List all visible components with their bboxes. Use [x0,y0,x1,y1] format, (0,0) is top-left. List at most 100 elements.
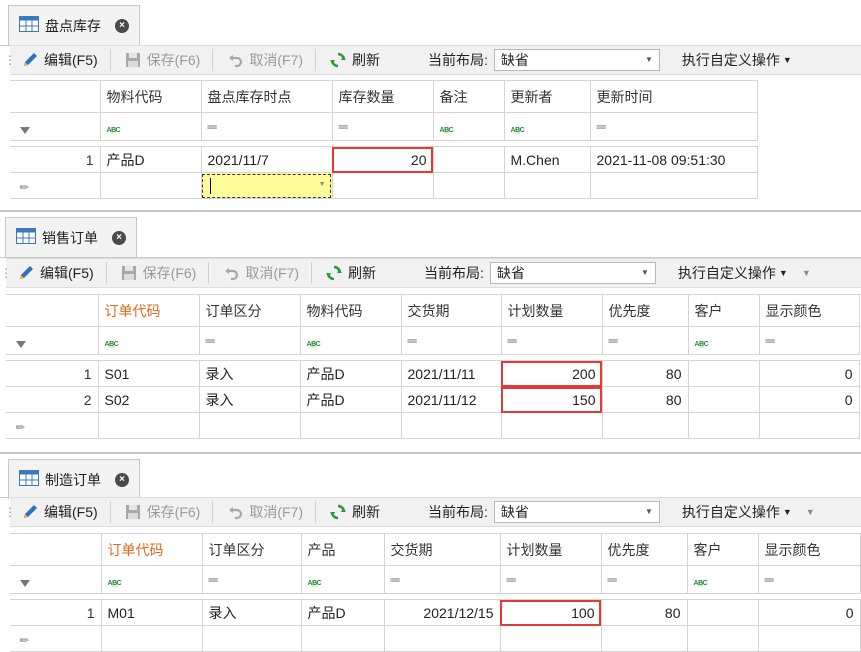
filter-equals-icon[interactable]: ═ [589,112,758,141]
column-header[interactable]: 更新者 [503,80,591,113]
cell[interactable]: 80 [601,386,689,413]
edit-button[interactable]: 编辑(F5) [10,258,100,288]
new-row[interactable]: ✎ [6,412,860,439]
cell[interactable]: 2021-11-08 09:51:30 [589,146,758,173]
cell[interactable]: M01 [100,599,203,626]
column-header[interactable]: 优先度 [600,533,688,566]
filter-equals-icon[interactable]: ═ [198,326,301,355]
column-header[interactable]: 库存数量 [331,80,434,113]
filter-text-icon[interactable]: ABC [687,326,760,355]
filter-equals-icon[interactable]: ═ [331,112,434,141]
refresh-button[interactable]: 刷新 [322,497,386,527]
filter-equals-icon[interactable]: ═ [383,565,501,594]
cell[interactable] [589,172,758,199]
new-row[interactable]: ✎ ▼ [10,172,758,199]
filter-text-icon[interactable]: ABC [686,565,759,594]
custom-ops-menu[interactable]: 执行自定义操作 ▼ [678,263,788,283]
cell[interactable] [758,412,860,439]
new-row[interactable]: ✎ [10,625,861,652]
layout-select[interactable]: 缺省 ▼ [489,262,656,284]
cell[interactable]: S01 [97,360,200,387]
column-header[interactable]: 订单区分 [198,294,301,327]
column-header[interactable]: 物料代码 [99,80,202,113]
filter-equals-icon[interactable]: ═ [758,326,860,355]
column-header[interactable]: 盘点库存时点 [200,80,333,113]
filter-equals-icon[interactable]: ═ [201,565,302,594]
column-header[interactable]: 更新时间 [589,80,758,113]
cell[interactable]: 录入 [198,360,301,387]
cell[interactable] [432,146,505,173]
column-header[interactable]: 订单代码 [100,533,203,566]
column-header[interactable]: 计划数量 [499,533,602,566]
filter-text-icon[interactable]: ABC [97,326,200,355]
table-row[interactable]: 1 S01 录入 产品D 2021/11/11 200 80 0 [6,360,860,387]
close-icon[interactable]: × [115,472,129,487]
close-icon[interactable]: × [112,230,126,245]
refresh-button[interactable]: 刷新 [322,45,386,75]
filter-text-icon[interactable]: ABC [300,565,385,594]
column-header[interactable]: 客户 [687,294,760,327]
cell[interactable] [601,412,689,439]
cell-highlighted[interactable]: 20 [331,146,434,173]
cell[interactable] [300,625,385,652]
cell[interactable] [757,625,861,652]
cell[interactable] [201,625,302,652]
cell[interactable] [100,625,203,652]
cell[interactable]: 2021/11/12 [400,386,502,413]
filter-icon[interactable] [10,112,101,141]
table-row[interactable]: 1 产品D 2021/11/7 20 M.Chen 2021-11-08 09:… [10,146,758,173]
cell[interactable] [687,360,760,387]
cell[interactable]: 0 [758,360,860,387]
save-button[interactable]: 保存(F6) [117,45,207,75]
grip-handle[interactable]: ⋮ [4,505,16,519]
column-header[interactable]: 显示颜色 [758,294,860,327]
column-header[interactable]: 产品 [300,533,385,566]
cell[interactable]: 录入 [198,386,301,413]
cell[interactable]: 0 [757,599,861,626]
column-header[interactable]: 交货期 [400,294,502,327]
column-header[interactable]: 备注 [432,80,505,113]
cancel-button[interactable]: 取消(F7) [215,258,305,288]
cell[interactable] [99,172,202,199]
cell[interactable]: S02 [97,386,200,413]
column-header[interactable]: 物料代码 [299,294,402,327]
filter-equals-icon[interactable]: ═ [400,326,502,355]
cell[interactable] [686,625,759,652]
column-header[interactable]: 显示颜色 [757,533,861,566]
filter-equals-icon[interactable]: ═ [200,112,333,141]
filter-equals-icon[interactable]: ═ [600,565,688,594]
custom-ops-menu[interactable]: 执行自定义操作 ▼ [682,50,792,70]
chevron-down-icon[interactable]: ▼ [802,268,811,278]
tab-sales-order[interactable]: 销售订单 × [5,217,137,257]
custom-ops-menu[interactable]: 执行自定义操作 ▼ [682,502,792,522]
cancel-button[interactable]: 取消(F7) [219,45,309,75]
cell[interactable] [499,625,602,652]
cell[interactable] [687,412,760,439]
filter-icon[interactable] [10,565,102,594]
editing-cell[interactable]: ▼ [200,172,333,199]
cell[interactable] [687,386,760,413]
cell[interactable] [299,412,402,439]
close-icon[interactable]: × [115,18,129,33]
filter-equals-icon[interactable]: ═ [500,326,603,355]
cell[interactable]: 产品D [99,146,202,173]
filter-equals-icon[interactable]: ═ [601,326,689,355]
filter-icon[interactable] [6,326,99,355]
cell[interactable] [686,599,759,626]
tab-manufacturing-order[interactable]: 制造订单 × [8,459,140,499]
cell[interactable] [600,625,688,652]
cell[interactable]: 产品D [299,360,402,387]
cell[interactable] [503,172,591,199]
layout-select[interactable]: 缺省 ▼ [493,501,660,523]
cell-highlighted[interactable]: 100 [499,599,602,626]
cell[interactable] [331,172,434,199]
cell[interactable] [198,412,301,439]
filter-equals-icon[interactable]: ═ [757,565,861,594]
column-header[interactable]: 优先度 [601,294,689,327]
column-header[interactable]: 客户 [686,533,759,566]
cell[interactable]: 80 [601,360,689,387]
filter-text-icon[interactable]: ABC [100,565,203,594]
cell[interactable] [97,412,200,439]
cell[interactable]: 80 [600,599,688,626]
cell[interactable]: 产品D [300,599,385,626]
